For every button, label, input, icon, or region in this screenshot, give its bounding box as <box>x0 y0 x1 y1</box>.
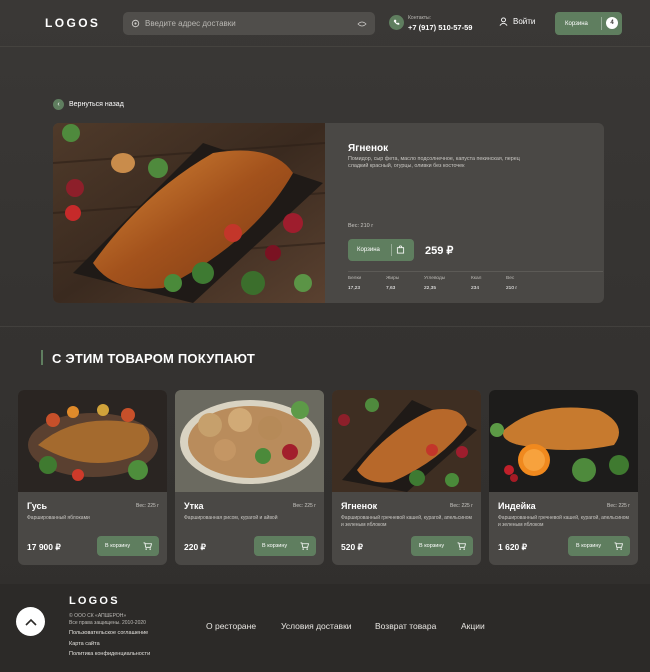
product-description: Помидор, сыр фета, масло подсолнечное, к… <box>348 156 520 169</box>
nutrition-value-fats: 7,63 <box>386 286 396 291</box>
logo[interactable]: LOGOS <box>45 16 100 30</box>
delivery-address-input[interactable] <box>145 19 357 28</box>
add-to-cart-label: В корзину <box>419 543 445 549</box>
phone-number[interactable]: +7 (917) 510-57-59 <box>408 23 472 32</box>
location-icon <box>131 19 140 28</box>
card-price: 520 ₽ <box>341 542 363 552</box>
login-label: Войти <box>513 17 536 26</box>
card-description: Фаршированная рисом, курагой и айвой <box>184 515 278 521</box>
duck-photo <box>175 390 324 492</box>
footer-link-privacy[interactable]: Политика конфиденциальности <box>69 651 150 657</box>
cart-icon <box>300 542 309 550</box>
footer-link-sitemap[interactable]: Карта сайта <box>69 641 100 647</box>
product-price: 259 ₽ <box>425 245 454 257</box>
user-icon <box>499 17 508 26</box>
add-to-cart-button[interactable]: В корзину <box>568 536 630 556</box>
footer-company: © ООО СК «АПШЕРОН» <box>69 613 127 619</box>
card-weight: Вес: 225 г <box>607 503 630 509</box>
cart-divider <box>601 17 602 30</box>
product-photo <box>53 123 325 303</box>
product-card-duck[interactable]: Утка Вес: 225 г Фаршированная рисом, кур… <box>175 390 324 565</box>
card-weight: Вес: 225 г <box>293 503 316 509</box>
footer-rights: Все права защищены. 2010-2020 <box>69 620 146 626</box>
footer-nav-promotions[interactable]: Акции <box>461 621 485 631</box>
card-name: Утка <box>184 501 204 511</box>
chevron-left-icon: ‹ <box>53 99 64 110</box>
header-divider <box>0 46 650 47</box>
product-card-turkey[interactable]: Индейка Вес: 225 г Фаршированный гречнев… <box>489 390 638 565</box>
section-accent-bar <box>41 350 43 365</box>
card-price: 220 ₽ <box>184 542 206 552</box>
chevron-up-icon <box>24 618 37 626</box>
card-price: 17 900 ₽ <box>27 542 61 552</box>
product-cart-label: Корзина <box>357 247 380 253</box>
back-link[interactable]: ‹ Вернуться назад <box>53 99 124 110</box>
card-price: 1 620 ₽ <box>498 542 528 552</box>
card-weight: Вес: 225 г <box>450 503 473 509</box>
card-description: Фаршированный яблоками <box>27 515 90 521</box>
card-name: Ягненок <box>341 501 378 511</box>
nutrition-label-fats: Жиры <box>386 276 400 281</box>
footer-link-user-agreement[interactable]: Пользовательское соглашение <box>69 630 148 636</box>
product-card-lamb[interactable]: Ягненок Вес: 225 г Фаршированный гречнев… <box>332 390 481 565</box>
nutrition-label-weight: Вес <box>506 276 515 281</box>
cart-icon <box>143 542 152 550</box>
turkey-photo <box>489 390 638 492</box>
nutrition-label-proteins: Белки <box>348 276 362 281</box>
card-weight: Вес: 225 г <box>136 503 159 509</box>
phone-icon[interactable] <box>389 15 404 30</box>
card-name: Гусь <box>27 501 48 511</box>
add-to-cart-button[interactable]: В корзину <box>254 536 316 556</box>
add-to-cart-label: В корзину <box>262 543 288 549</box>
nutrition-divider <box>348 271 603 272</box>
cart-count-badge: 4 <box>606 17 618 29</box>
nutrition-label-kcal: Ккал <box>471 276 482 281</box>
delivery-address-search[interactable] <box>123 12 375 35</box>
shopping-bag-icon <box>396 245 405 256</box>
product-card <box>53 123 604 303</box>
nutrition-value-carbs: 22,35 <box>424 286 437 291</box>
card-description: Фаршированный гречневой кашей, курагой, … <box>341 515 472 528</box>
footer-nav-returns[interactable]: Возврат товара <box>375 621 436 631</box>
nutrition-value-weight: 210 г <box>506 286 518 291</box>
footer-nav-delivery[interactable]: Условия доставки <box>281 621 352 631</box>
product-card-goose[interactable]: Гусь Вес: 225 г Фаршированный яблоками 1… <box>18 390 167 565</box>
cart-icon <box>614 542 623 550</box>
cart-label: Корзина <box>565 20 588 27</box>
section-divider <box>0 326 650 327</box>
login-button[interactable]: Войти <box>499 17 535 26</box>
product-cart-divider <box>391 244 392 256</box>
footer-logo[interactable]: LOGOS <box>69 595 120 607</box>
footer-nav-about[interactable]: О ресторане <box>206 621 256 631</box>
card-description: Фаршированный гречневой кашей, курагой, … <box>498 515 629 528</box>
product-add-to-cart-button[interactable]: Корзина <box>348 239 414 261</box>
nutrition-label-carbs: Углеводы <box>424 276 446 281</box>
scroll-to-top-button[interactable] <box>16 607 45 636</box>
product-weight: Вес: 210 г <box>348 223 374 229</box>
add-to-cart-button[interactable]: В корзину <box>411 536 473 556</box>
lamb-photo <box>332 390 481 492</box>
add-to-cart-label: В корзину <box>105 543 131 549</box>
nutrition-value-kcal: 234 <box>471 286 480 291</box>
back-label: Вернуться назад <box>69 101 124 108</box>
cart-icon <box>457 542 466 550</box>
nutrition-value-proteins: 17,23 <box>348 286 361 291</box>
cart-button[interactable]: Корзина 4 <box>555 12 622 35</box>
product-title: Ягненок <box>348 143 389 154</box>
goose-photo <box>18 390 167 492</box>
add-to-cart-button[interactable]: В корзину <box>97 536 159 556</box>
section-title: С ЭТИМ ТОВАРОМ ПОКУПАЮТ <box>52 351 256 366</box>
contacts-label: Контакты: <box>408 15 431 21</box>
add-to-cart-label: В корзину <box>576 543 602 549</box>
card-name: Индейка <box>498 501 536 511</box>
search-icon[interactable] <box>357 20 367 28</box>
